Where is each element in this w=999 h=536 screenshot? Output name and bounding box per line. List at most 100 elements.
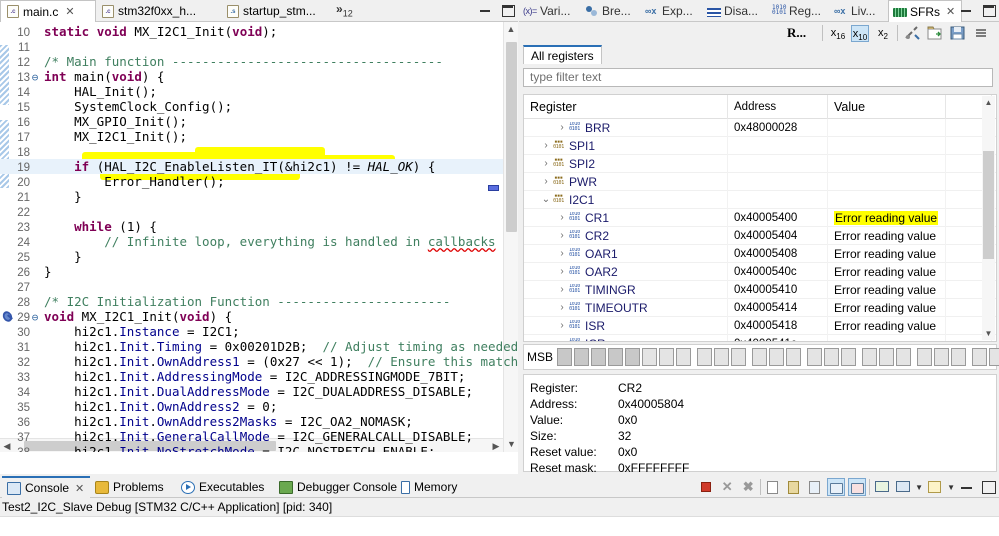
code-line[interactable]: 36 hi2c1.Init.OwnAddress2Masks = I2C_OA2… xyxy=(0,414,518,429)
column-header-value[interactable]: Value xyxy=(828,95,946,119)
code-line[interactable]: 14 HAL_Init(); xyxy=(0,84,518,99)
tab-breakpoints[interactable]: Bre... xyxy=(581,0,641,22)
chevron-down-icon[interactable]: ▼ xyxy=(915,483,923,492)
scroll-up-icon[interactable]: ▲ xyxy=(982,96,995,109)
bit-cell[interactable] xyxy=(862,348,878,366)
table-row[interactable]: › ▪▪▪ 0101 SPI1 xyxy=(524,136,996,155)
table-row[interactable]: › 1010 0101 OAR2 0x4000540c Error reading val… xyxy=(524,262,996,281)
expand-twisty-icon[interactable]: › xyxy=(540,155,552,173)
terminate-icon[interactable] xyxy=(697,478,715,496)
tab-executables[interactable]: Executables xyxy=(176,476,274,498)
tab-problems[interactable]: Problems xyxy=(90,476,175,498)
code-line[interactable]: 30 hi2c1.Instance = I2C1; xyxy=(0,324,518,339)
scroll-up-icon[interactable]: ▲ xyxy=(504,22,518,37)
minimize-icon[interactable] xyxy=(959,3,973,17)
table-row[interactable]: › ▪▪▪ 0101 PWR xyxy=(524,172,996,191)
minimize-icon[interactable] xyxy=(478,3,492,17)
bit-cell[interactable] xyxy=(917,348,933,366)
word-wrap-icon[interactable] xyxy=(806,478,824,496)
bit-cell[interactable] xyxy=(676,348,692,366)
code-editor[interactable]: 10 static void MX_I2C1_Init(void); 11 12 /* … xyxy=(0,22,518,452)
tab-variables[interactable]: (x)= Vari... xyxy=(519,0,581,22)
table-row[interactable]: › 1010 0101 CR1 0x40005400 Error reading valu… xyxy=(524,208,996,227)
tab-expressions[interactable]: ∞x Exp... xyxy=(641,0,703,22)
code-line[interactable]: 18 xyxy=(0,144,518,159)
bit-cell[interactable] xyxy=(879,348,895,366)
code-line[interactable]: 29 ⊖ void MX_I2C1_Init(void) { xyxy=(0,309,518,324)
bit-cell[interactable] xyxy=(608,348,624,366)
editor-tab-startup-stm[interactable]: .s startup_stm... xyxy=(221,0,336,22)
radix-bin-button[interactable]: x2 xyxy=(874,25,892,42)
code-line[interactable]: 26} xyxy=(0,264,518,279)
code-line[interactable]: 27 xyxy=(0,279,518,294)
table-row[interactable]: › 1010 0101 CR2 0x40005404 Error reading valu… xyxy=(524,226,996,245)
bit-cell[interactable] xyxy=(591,348,607,366)
expand-twisty-icon[interactable]: › xyxy=(556,245,568,263)
bit-cell[interactable] xyxy=(642,348,658,366)
code-line[interactable]: 35 hi2c1.Init.OwnAddress2 = 0; xyxy=(0,399,518,414)
bit-cell[interactable] xyxy=(807,348,823,366)
bit-cell[interactable] xyxy=(951,348,967,366)
bit-cell[interactable] xyxy=(697,348,713,366)
code-line[interactable]: 20 Error_Handler(); xyxy=(0,174,518,189)
chevron-down-icon[interactable]: ▼ xyxy=(947,483,955,492)
refresh-button[interactable]: R... xyxy=(787,25,806,41)
expand-twisty-icon[interactable]: › xyxy=(556,299,568,317)
bit-cell[interactable] xyxy=(752,348,768,366)
column-header-register[interactable]: Register xyxy=(524,95,728,119)
tab-sfrs[interactable]: SFRs ✕ xyxy=(888,0,962,22)
tab-memory[interactable]: Memory xyxy=(394,476,474,498)
bit-cell[interactable] xyxy=(824,348,840,366)
expand-twisty-icon[interactable]: › xyxy=(556,227,568,245)
scroll-right-icon[interactable]: ▶ xyxy=(489,439,503,452)
code-line[interactable]: 19 if (HAL_I2C_EnableListen_IT(&hi2c1) !… xyxy=(0,159,518,174)
bit-cell[interactable] xyxy=(714,348,730,366)
filter-input[interactable]: type filter text xyxy=(523,68,993,87)
code-line[interactable]: 10 static void MX_I2C1_Init(void); xyxy=(0,24,518,39)
clear-console-icon[interactable] xyxy=(764,478,782,496)
registers-table[interactable]: Register Address Value › 1010 0101 BRR 0x480… xyxy=(523,94,997,342)
tab-console[interactable]: Console ✕ xyxy=(2,476,90,498)
tools-icon[interactable] xyxy=(903,25,921,42)
scroll-down-icon[interactable]: ▼ xyxy=(982,327,995,340)
table-row[interactable]: › 1010 0101 ISR 0x40005418 Error reading valu… xyxy=(524,316,996,335)
code-line[interactable]: 16 MX_GPIO_Init(); xyxy=(0,114,518,129)
code-line[interactable]: 21 } xyxy=(0,189,518,204)
table-row[interactable]: ⌄ ▪▪▪ 0101 I2C1 xyxy=(524,190,996,209)
display-selected-console-icon[interactable] xyxy=(894,478,912,496)
bit-cell[interactable] xyxy=(769,348,785,366)
column-header-address[interactable]: Address xyxy=(728,95,828,119)
expand-twisty-icon[interactable]: › xyxy=(556,317,568,335)
expand-twisty-icon[interactable]: › xyxy=(556,119,568,137)
open-console-icon[interactable] xyxy=(873,478,891,496)
table-row[interactable]: › 1010 0101 BRR 0x48000028 xyxy=(524,118,996,137)
bit-cell[interactable] xyxy=(574,348,590,366)
overview-ruler-marker[interactable] xyxy=(488,185,499,191)
show-console-on-output-icon[interactable] xyxy=(827,478,846,496)
code-line[interactable]: 12 /* Main function ---------------------… xyxy=(0,54,518,69)
bit-cell[interactable] xyxy=(896,348,912,366)
tab-registers[interactable]: 1010 0101 Reg... xyxy=(768,0,830,22)
code-line[interactable]: 31 hi2c1.Init.Timing = 0x00201D2B; // Ad… xyxy=(0,339,518,354)
editor-tab-stm32f0xx-h[interactable]: .c stm32f0xx_h... xyxy=(96,0,221,22)
expand-twisty-icon[interactable]: › xyxy=(556,263,568,281)
editor-tab-main-c[interactable]: .c main.c ✕ xyxy=(0,0,96,22)
bit-cell[interactable] xyxy=(786,348,802,366)
console-output-area[interactable] xyxy=(0,516,999,536)
bit-cell[interactable] xyxy=(934,348,950,366)
scroll-lock-icon[interactable] xyxy=(785,478,803,496)
code-line[interactable]: 17 MX_I2C1_Init(); xyxy=(0,129,518,144)
code-line[interactable]: 13 ⊖ int main(void) { xyxy=(0,69,518,84)
maximize-icon[interactable] xyxy=(500,3,515,17)
maximize-icon[interactable] xyxy=(981,3,996,17)
expand-twisty-icon[interactable]: › xyxy=(556,209,568,227)
table-row[interactable]: ›10100101 ICR 0x4000541c xyxy=(524,334,996,341)
table-row[interactable]: › 1010 0101 OAR1 0x40005408 Error reading val… xyxy=(524,244,996,263)
bit-cell[interactable] xyxy=(972,348,988,366)
scroll-thumb[interactable] xyxy=(506,42,517,232)
table-row[interactable]: › 1010 0101 TIMEOUTR 0x40005414 Error reading… xyxy=(524,298,996,317)
code-line[interactable]: 33 hi2c1.Init.AddressingMode = I2C_ADDRE… xyxy=(0,369,518,384)
new-console-view-icon[interactable] xyxy=(926,478,944,496)
radix-dec-button[interactable]: x10 xyxy=(851,25,869,42)
editor-vertical-scrollbar[interactable]: ▲ ▼ xyxy=(503,22,518,452)
